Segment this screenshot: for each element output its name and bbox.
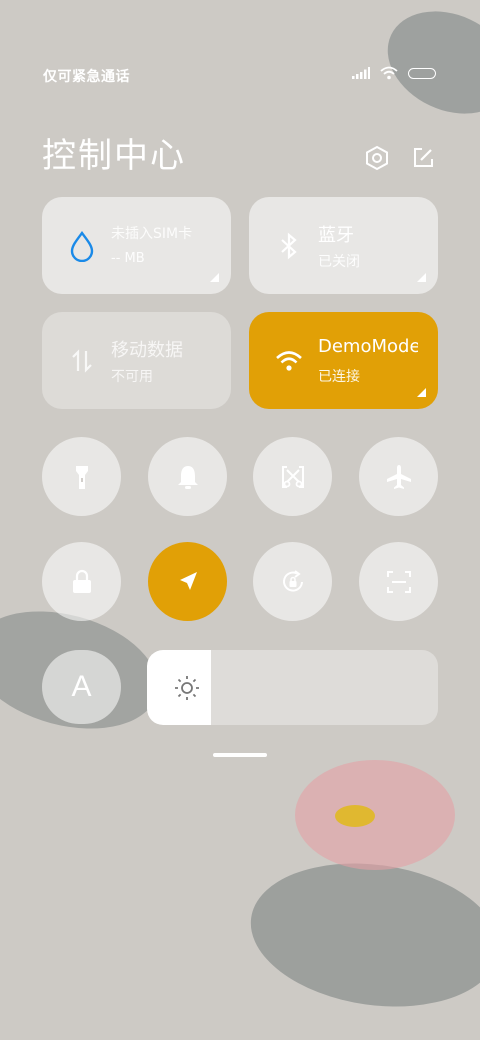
location-icon bbox=[179, 571, 197, 590]
water-drop-icon bbox=[70, 231, 94, 262]
lock-toggle[interactable] bbox=[42, 542, 121, 621]
brightness-slider[interactable] bbox=[147, 650, 438, 725]
silent-toggle[interactable] bbox=[148, 437, 227, 516]
lotus-flower bbox=[295, 760, 455, 870]
settings-icon[interactable] bbox=[364, 145, 390, 171]
screenshot-icon bbox=[281, 465, 304, 488]
signal-icon bbox=[352, 67, 370, 79]
flashlight-toggle[interactable] bbox=[42, 437, 121, 516]
scanner-icon bbox=[386, 570, 411, 593]
data-usage-tile[interactable]: 未插入SIM卡 -- MB bbox=[42, 197, 231, 294]
scanner-toggle[interactable] bbox=[359, 542, 438, 621]
airplane-icon bbox=[386, 464, 411, 489]
drag-handle[interactable] bbox=[213, 753, 267, 757]
font-size-button[interactable]: A bbox=[42, 650, 121, 724]
flashlight-icon bbox=[75, 465, 88, 489]
edit-icon[interactable] bbox=[410, 145, 436, 171]
tile-title: DemoMode bbox=[318, 336, 418, 357]
wifi-tile[interactable]: DemoMode 已连接 bbox=[249, 312, 438, 409]
auto-rotate-toggle[interactable] bbox=[253, 542, 332, 621]
tile-subtitle: 已关闭 bbox=[318, 254, 360, 270]
tile-subtitle: -- MB bbox=[111, 251, 145, 266]
page-title: 控制中心 bbox=[42, 136, 186, 176]
bell-icon bbox=[177, 465, 198, 489]
tile-subtitle: 不可用 bbox=[111, 369, 153, 385]
tile-title: 蓝牙 bbox=[318, 225, 354, 246]
expand-corner-icon bbox=[210, 273, 219, 282]
auto-rotate-icon bbox=[282, 569, 303, 592]
location-toggle[interactable] bbox=[148, 542, 227, 621]
bluetooth-icon bbox=[281, 232, 297, 260]
wifi-icon bbox=[380, 66, 398, 80]
bluetooth-tile[interactable]: 蓝牙 已关闭 bbox=[249, 197, 438, 294]
lotus-center bbox=[335, 805, 375, 827]
carrier-status: 仅可紧急通话 bbox=[43, 69, 130, 85]
expand-corner-icon bbox=[417, 273, 426, 282]
battery-icon bbox=[408, 67, 436, 79]
sun-icon bbox=[175, 676, 199, 700]
data-arrows-icon bbox=[72, 349, 92, 373]
tile-subtitle: 已连接 bbox=[318, 369, 360, 385]
expand-corner-icon bbox=[417, 388, 426, 397]
wifi-icon bbox=[276, 351, 302, 371]
tile-title: 未插入SIM卡 bbox=[111, 226, 193, 242]
tile-title: 移动数据 bbox=[111, 340, 183, 361]
screenshot-toggle[interactable] bbox=[253, 437, 332, 516]
lock-icon bbox=[72, 569, 91, 593]
background-leaf bbox=[241, 848, 480, 1022]
mobile-data-tile[interactable]: 移动数据 不可用 bbox=[42, 312, 231, 409]
status-icons bbox=[352, 66, 436, 80]
airplane-toggle[interactable] bbox=[359, 437, 438, 516]
